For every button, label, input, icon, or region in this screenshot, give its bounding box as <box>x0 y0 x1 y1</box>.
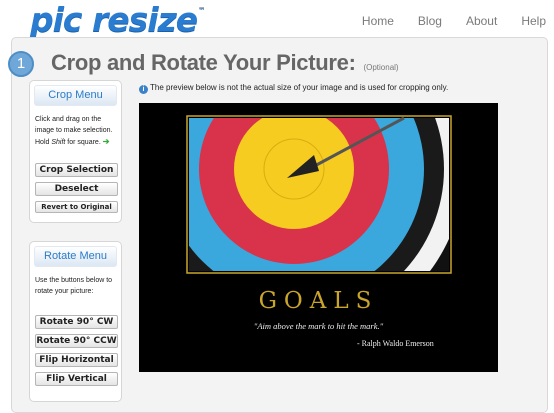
logo-text: pic resize <box>30 0 198 39</box>
rotate-menu-description: Use the buttons below to rotate your pic… <box>35 277 113 295</box>
rotate-ccw-button[interactable]: Rotate 90° CCW <box>35 334 118 348</box>
info-icon: i <box>139 85 148 94</box>
site-header: pic resize™ Home Blog About Help <box>0 0 554 42</box>
revert-to-original-button[interactable]: Revert to Original <box>35 201 118 213</box>
flip-vertical-button[interactable]: Flip Vertical <box>35 372 118 386</box>
crop-desc-text-2: for square. <box>65 139 101 146</box>
poster-headline: GOALS <box>258 288 379 314</box>
poster-quote: "Aim above the mark to hit the mark." <box>253 321 384 331</box>
crop-menu-description: Click and drag on the image to make sele… <box>30 106 121 148</box>
nav-about-link[interactable]: About <box>466 14 497 28</box>
site-logo[interactable]: pic resize™ <box>30 0 205 39</box>
crop-selection-button[interactable]: Crop Selection <box>35 163 118 177</box>
step-number-badge: 1 <box>8 51 34 77</box>
page-title: Crop and Rotate Your Picture: (Optional) <box>51 50 399 76</box>
poster-author: - Ralph Waldo Emerson <box>357 339 434 348</box>
image-preview-canvas[interactable]: GOALS "Aim above the mark to hit the mar… <box>139 103 498 372</box>
deselect-button[interactable]: Deselect <box>35 182 118 196</box>
preview-info: i The preview below is not the actual siz… <box>139 83 448 94</box>
trademark: ™ <box>198 6 205 14</box>
preview-info-text: The preview below is not the actual size… <box>150 83 449 92</box>
nav-home-link[interactable]: Home <box>362 14 394 28</box>
crop-desc-shift: Shift <box>51 139 66 146</box>
rotate-cw-button[interactable]: Rotate 90° CW <box>35 315 118 329</box>
nav-help-link[interactable]: Help <box>521 14 546 28</box>
flip-horizontal-button[interactable]: Flip Horizontal <box>35 353 118 367</box>
crop-menu-title: Crop Menu <box>34 85 117 106</box>
rotate-menu: Rotate Menu Use the buttons below to rot… <box>29 241 122 402</box>
green-arrow-icon: ➔ <box>102 137 110 146</box>
optional-label: (Optional) <box>363 63 399 72</box>
page-title-text: Crop and Rotate Your Picture: <box>51 50 356 75</box>
nav-blog-link[interactable]: Blog <box>418 14 442 28</box>
crop-menu: Crop Menu Click and drag on the image to… <box>29 80 122 223</box>
target-photo <box>186 115 452 274</box>
rotate-menu-title: Rotate Menu <box>34 246 117 267</box>
top-nav: Home Blog About Help <box>362 14 554 28</box>
